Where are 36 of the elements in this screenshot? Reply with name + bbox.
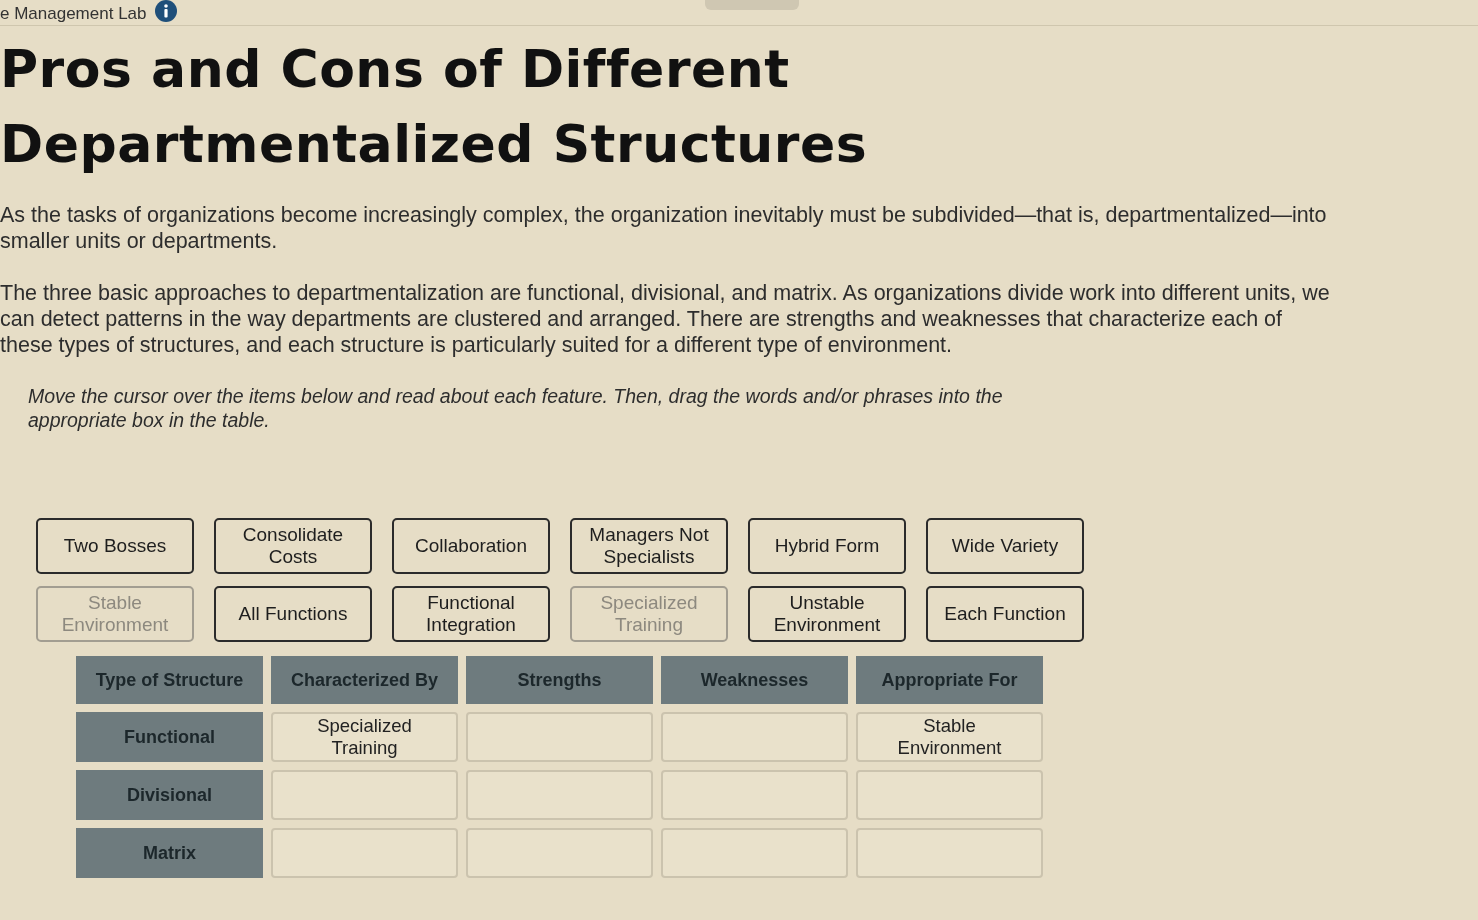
drag-chip[interactable]: Two Bosses bbox=[36, 518, 194, 574]
drag-chip[interactable]: Managers Not Specialists bbox=[570, 518, 728, 574]
drag-chip[interactable]: Consolidate Costs bbox=[214, 518, 372, 574]
drop-zone[interactable] bbox=[661, 770, 848, 820]
column-header: Appropriate For bbox=[856, 656, 1043, 704]
drop-zone[interactable] bbox=[856, 828, 1043, 878]
column-header: Strengths bbox=[466, 656, 653, 704]
drop-zone[interactable] bbox=[856, 770, 1043, 820]
drop-zone[interactable] bbox=[271, 770, 458, 820]
drag-chip[interactable]: Functional Integration bbox=[392, 586, 550, 642]
placed-answer[interactable]: Specialized Training bbox=[271, 712, 458, 762]
drop-zone[interactable] bbox=[661, 712, 848, 762]
column-header: Weaknesses bbox=[661, 656, 848, 704]
column-header: Characterized By bbox=[271, 656, 458, 704]
row-header: Functional bbox=[76, 712, 263, 762]
body-paragraph: As the tasks of organizations become increasingly complex, the organization inevitably must be subdivided—that is, departmentalized—into smaller units or departments. bbox=[0, 202, 1328, 254]
instructions-text: Move the cursor over the items below and read about each feature. Then, drag the words and/or phrases into the appropriate box in the table. bbox=[28, 384, 1004, 432]
drop-zone[interactable] bbox=[466, 828, 653, 878]
info-icon[interactable] bbox=[154, 0, 177, 22]
drag-chip[interactable]: Unstable Environment bbox=[748, 586, 906, 642]
drag-chip[interactable]: All Functions bbox=[214, 586, 372, 642]
drop-zone[interactable] bbox=[466, 712, 653, 762]
drag-chip[interactable]: Wide Variety bbox=[926, 518, 1084, 574]
lab-title: e Management Lab bbox=[0, 5, 147, 22]
page-title: Pros and Cons of Different Departmentalized Structures bbox=[0, 38, 869, 176]
body-paragraph: The three basic approaches to departmentalization are functional, divisional, and matrix. As organizations divide work into different units, we can detect patterns in the way departments are clustered and arranged. There are strengths and weaknesses that characterize each of these types of structures, and each structure is particularly suited for a different type of environment. bbox=[0, 280, 1330, 358]
drop-zone[interactable] bbox=[271, 828, 458, 878]
column-header: Type of Structure bbox=[76, 656, 263, 704]
drop-zone[interactable] bbox=[466, 770, 653, 820]
drag-chip[interactable]: Hybrid Form bbox=[748, 518, 906, 574]
placed-answer[interactable]: Stable Environment bbox=[856, 712, 1043, 762]
row-header: Matrix bbox=[76, 828, 263, 878]
drop-zone[interactable] bbox=[661, 828, 848, 878]
drag-chip[interactable]: Each Function bbox=[926, 586, 1084, 642]
row-header: Divisional bbox=[76, 770, 263, 820]
drag-chip[interactable]: Collaboration bbox=[392, 518, 550, 574]
